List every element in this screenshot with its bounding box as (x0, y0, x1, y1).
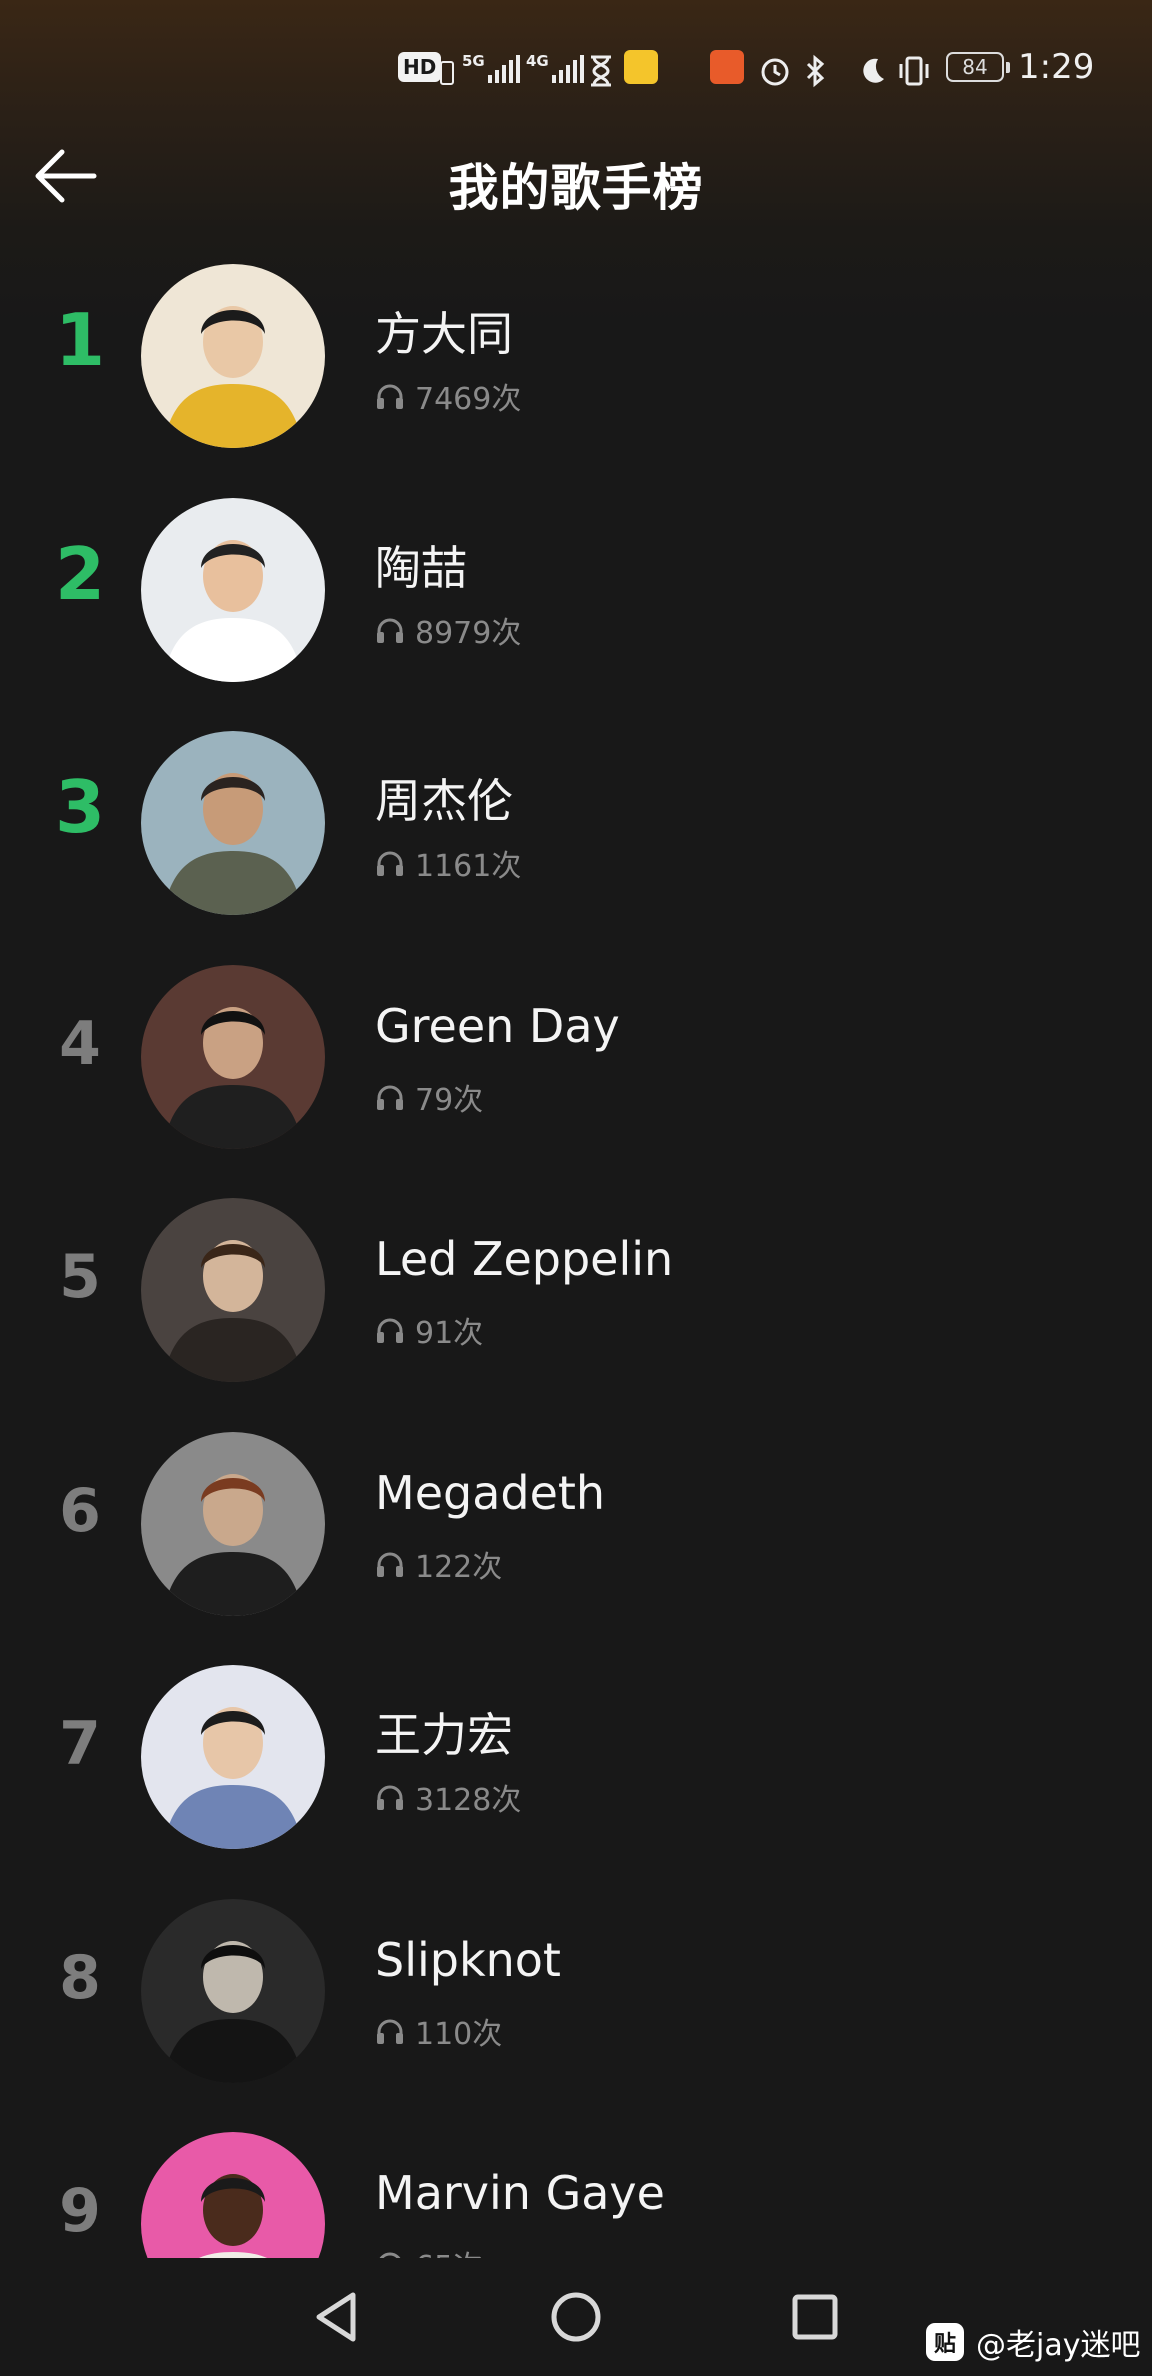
headphones-icon (377, 618, 403, 643)
play-count-text: 7469次 (415, 382, 522, 417)
tieba-logo-icon: 贴 (926, 2323, 964, 2361)
nav-back-button[interactable] (302, 2282, 372, 2352)
headphones-icon (379, 2252, 401, 2258)
square-recents-icon (792, 2294, 838, 2340)
hourglass-icon (588, 50, 614, 92)
nav-home-button[interactable] (541, 2282, 611, 2352)
sim1-signal-icon: 5G (462, 48, 520, 90)
rank-number: 5 (59, 1242, 101, 1312)
singer-row[interactable]: 5 Led Zeppelin 91次 (0, 1196, 1152, 1430)
sim2-network-label: 4G (526, 52, 549, 70)
hd-badge: HD (398, 52, 442, 82)
play-count: 79次 (375, 1075, 483, 1119)
play-count: 122次 (375, 1542, 502, 1586)
circle-home-icon (551, 2292, 601, 2342)
watermark: 贴 @老jay迷吧 (926, 2322, 1141, 2363)
headphones-icon (377, 1785, 403, 1810)
taobao-notification-icon (710, 50, 744, 84)
rank-number: 3 (54, 765, 106, 849)
rank-number: 2 (54, 531, 106, 616)
vibrate-icon (896, 50, 932, 92)
singer-avatar[interactable] (141, 264, 325, 448)
sim2-signal-icon: 4G (526, 48, 584, 90)
headphones-icon (377, 1085, 403, 1110)
alarm-icon (758, 50, 792, 92)
singer-avatar[interactable] (141, 497, 325, 682)
triangle-back-icon (316, 2292, 356, 2342)
singer-row[interactable]: 9 Marvin Gaye 65次 (0, 2130, 1152, 2258)
singer-name: Megadeth (375, 1465, 606, 1520)
singer-name: 陶喆 (375, 540, 467, 595)
bluetooth-icon (800, 50, 834, 92)
singer-row[interactable]: 3 周杰伦 1161次 (0, 729, 1152, 963)
singer-avatar[interactable] (141, 1198, 325, 1382)
singer-name: 方大同 (375, 307, 513, 361)
play-count: 110次 (375, 2009, 502, 2053)
singer-avatar[interactable] (141, 731, 325, 915)
nav-recents-button[interactable] (780, 2282, 850, 2352)
singer-name: Led Zeppelin (375, 1232, 674, 1286)
play-count: 1161次 (375, 841, 521, 885)
sim-slot-icon (440, 52, 454, 94)
headphones-icon (377, 384, 403, 409)
singer-name: 王力宏 (375, 1708, 513, 1762)
singer-avatar[interactable] (141, 964, 325, 1149)
status-bar: HD 5G 4G 84 1:29 (0, 0, 1152, 130)
play-count: 8979次 (375, 608, 521, 652)
play-count: 91次 (375, 1308, 483, 1352)
singer-name: Slipknot (375, 1932, 561, 1987)
headphones-icon (377, 1552, 403, 1577)
clock: 1:29 (1018, 47, 1095, 87)
headphones-icon (377, 1318, 403, 1343)
rank-number: 8 (59, 1942, 101, 2013)
rank-number: 7 (59, 1709, 101, 1779)
watermark-text: @老jay迷吧 (976, 2328, 1141, 2363)
singer-name: Marvin Gaye (375, 2166, 665, 2220)
play-count-text: 1161次 (415, 849, 522, 884)
rank-number: 4 (59, 1008, 101, 1079)
play-count: 3128次 (375, 1775, 521, 1819)
singer-avatar[interactable] (141, 1665, 325, 1849)
singer-row[interactable]: 1 方大同 7469次 (0, 262, 1152, 496)
rank-number: 9 (59, 2176, 101, 2246)
play-count-text: 65次 (415, 2242, 483, 2258)
rank-number: 1 (54, 298, 106, 382)
play-count-text: 8979次 (415, 615, 522, 651)
singer-row[interactable]: 6 Megadeth 122次 (0, 1430, 1152, 1664)
do-not-disturb-icon (856, 50, 888, 92)
play-count-text: 122次 (415, 1549, 503, 1585)
singer-row[interactable]: 7 王力宏 3128次 (0, 1663, 1152, 1897)
sim1-network-label: 5G (462, 52, 485, 70)
headphones-icon (377, 851, 403, 876)
singer-name: 周杰伦 (375, 774, 513, 828)
play-count-text: 110次 (415, 2016, 503, 2052)
headphones-icon (377, 2019, 403, 2044)
rank-number: 6 (59, 1475, 101, 1546)
play-count-text: 79次 (415, 1082, 484, 1118)
play-count-text: 91次 (415, 1316, 484, 1351)
app-notification-icon (624, 50, 658, 84)
singer-row[interactable]: 4 Green Day 79次 (0, 963, 1152, 1197)
singer-avatar[interactable] (141, 1898, 325, 2083)
play-count: 65次 (375, 2242, 483, 2258)
singer-name: Green Day (375, 998, 620, 1053)
play-count: 7469次 (375, 374, 521, 418)
battery-indicator: 84 (946, 52, 1010, 82)
singer-avatar[interactable] (141, 2132, 325, 2258)
play-count-text: 3128次 (415, 1783, 522, 1818)
singer-row[interactable]: 8 Slipknot 110次 (0, 1897, 1152, 2131)
singer-avatar[interactable] (141, 1431, 325, 1616)
page-title: 我的歌手榜 (448, 159, 704, 217)
singer-list[interactable]: 1 方大同 7469次 2 陶喆 8979次 3 周杰伦 1161次 4 Green Day 79次 5… (0, 262, 1152, 2258)
singer-row[interactable]: 2 陶喆 8979次 (0, 496, 1152, 730)
